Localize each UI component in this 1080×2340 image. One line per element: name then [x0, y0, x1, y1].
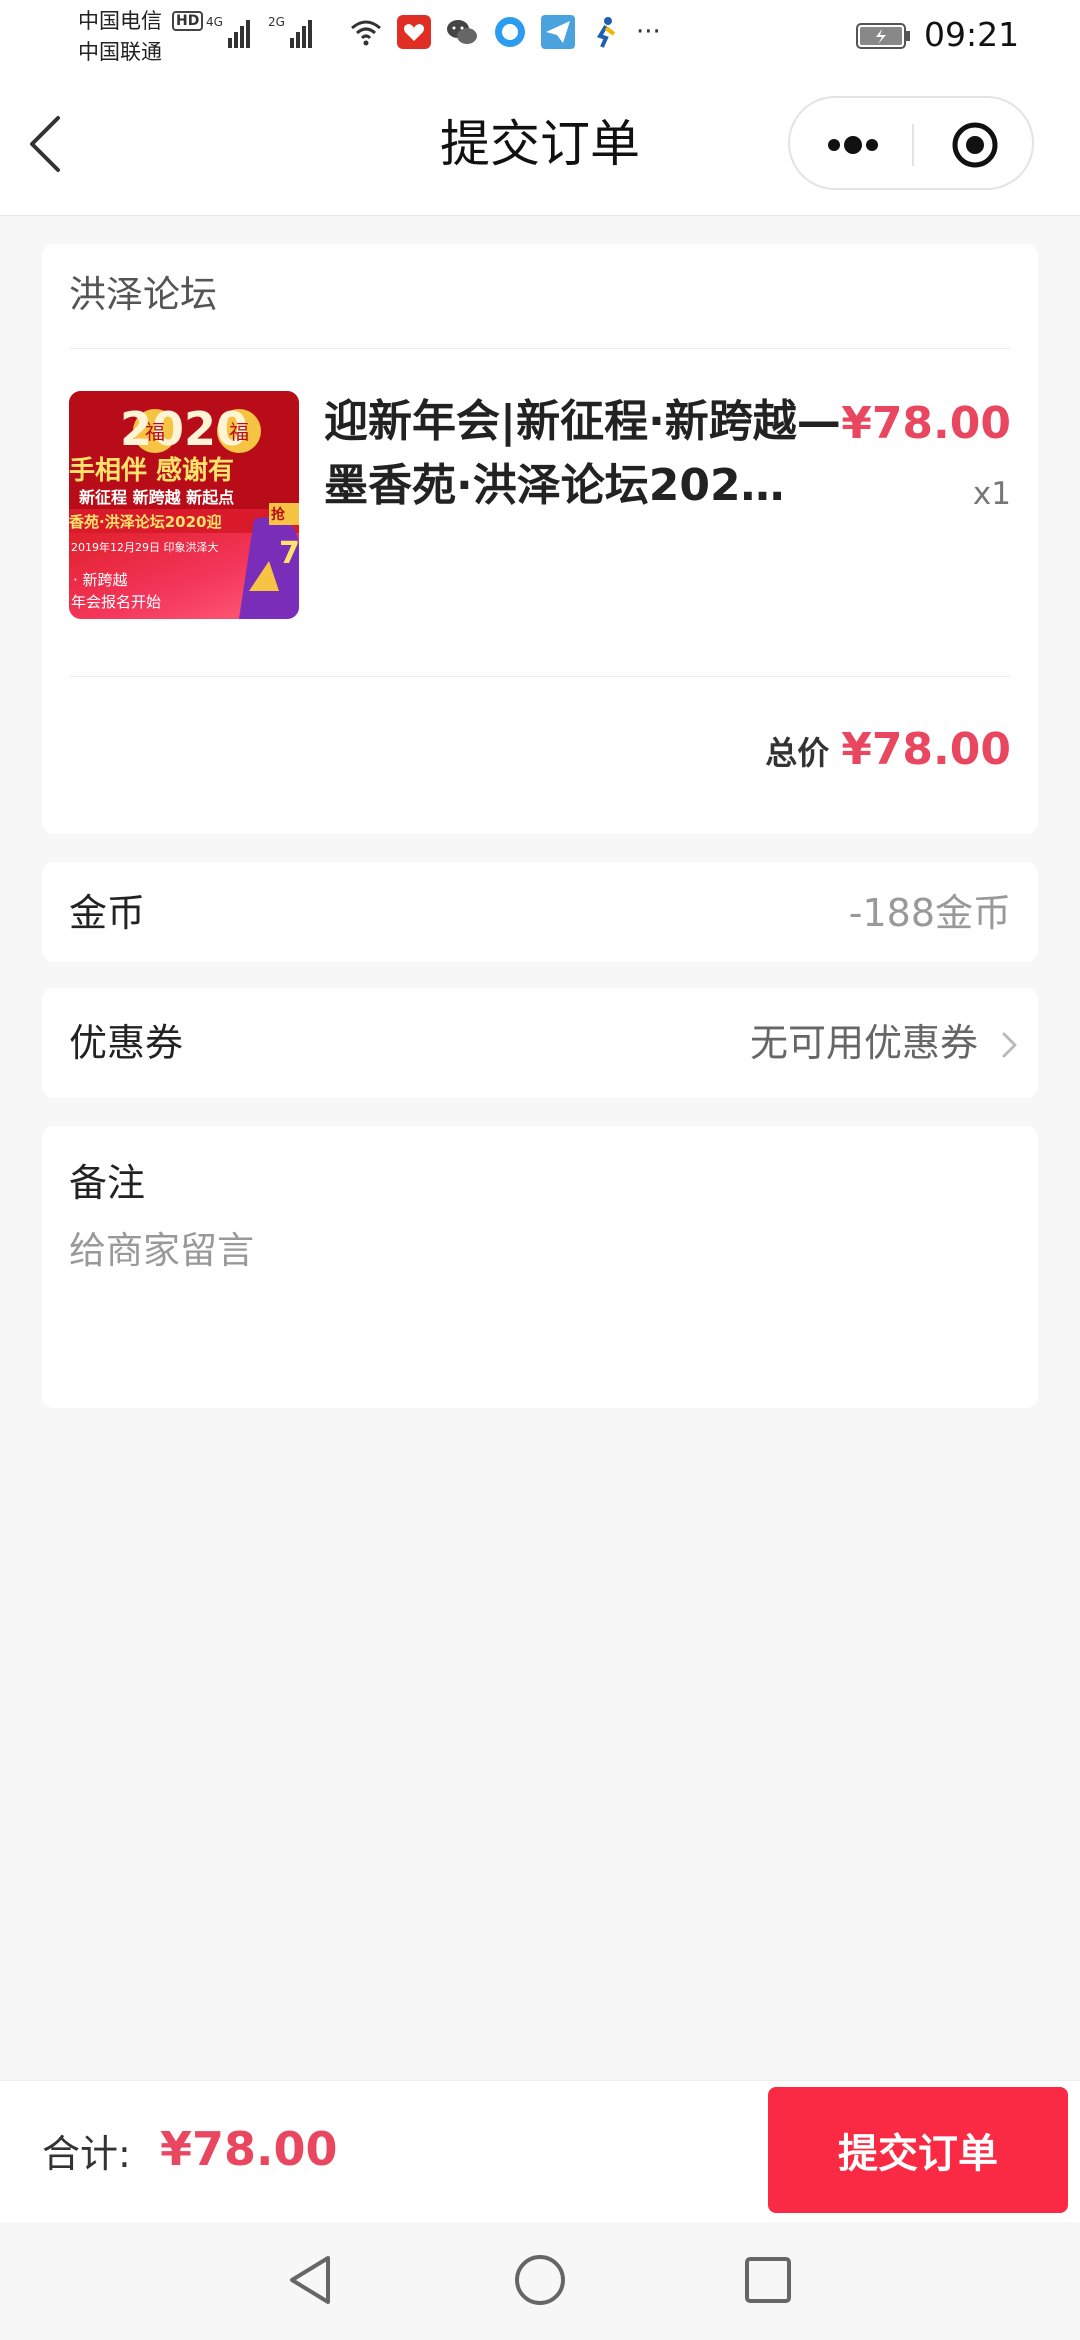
total-label: 总价	[765, 734, 830, 772]
record-close-icon[interactable]	[934, 118, 1016, 172]
thumb-badge: 抢	[271, 506, 286, 523]
wifi-icon	[351, 20, 381, 46]
mini-program-capsule	[788, 96, 1034, 190]
divider	[69, 348, 1011, 349]
note-card: 备注	[42, 1126, 1038, 1408]
status-bar: 中国电信 中国联通 HD 4G 2G ··· 09:21	[0, 0, 1080, 72]
submit-order-button[interactable]: 提交订单	[768, 2087, 1068, 2213]
battery-icon	[856, 23, 910, 49]
runner-app-icon	[597, 17, 616, 48]
unit-price: ¥78.00	[841, 398, 1011, 449]
shop-name[interactable]: 洪泽论坛	[69, 270, 217, 320]
navigation-bar: 提交订单	[0, 72, 1080, 216]
sum-value: ¥78.00	[160, 2122, 338, 2176]
qq-browser-icon	[495, 17, 525, 47]
coins-row: 金币 -188金币	[42, 862, 1038, 962]
more-notifications: ···	[636, 17, 661, 47]
note-input[interactable]	[69, 1220, 1009, 1280]
product-thumbnail[interactable]: 2020 福 福 手相伴 感谢有 新征程 新跨越 新起点 香苑·洪泽论坛2020…	[69, 391, 299, 619]
thumb-tag-1: · 新跨越	[73, 571, 128, 589]
thumb-tag-2: 年会报名开始	[71, 593, 161, 611]
clock: 09:21	[924, 15, 1020, 54]
coins-value: -188金币	[848, 891, 1011, 935]
total-value: ¥78.00	[841, 724, 1011, 775]
thumb-fu-2: 福	[229, 420, 249, 444]
carrier-2: 中国联通	[78, 40, 162, 64]
thumb-date: 2019年12月29日 印象洪泽大	[71, 540, 218, 554]
sum-label: 合计:	[42, 2132, 131, 2176]
home-circle-icon[interactable]	[508, 2248, 572, 2312]
carrier-1: 中国电信	[78, 9, 162, 33]
back-triangle-icon[interactable]	[278, 2248, 342, 2312]
thumb-subline: 新征程 新跨越 新起点	[79, 488, 234, 507]
system-navigation-bar	[0, 2222, 1080, 2340]
coupon-label: 优惠券	[69, 1021, 184, 1065]
paper-plane-app-icon	[541, 15, 575, 49]
recents-square-icon[interactable]	[736, 2248, 800, 2312]
bottom-action-bar: 合计: ¥78.00 提交订单	[0, 2080, 1080, 2222]
thumb-badge-num: 7	[279, 536, 299, 571]
thumb-slogan: 手相伴 感谢有	[69, 455, 234, 486]
product-title[interactable]: 迎新年会|新征程·新跨越—墨香苑·洪泽论坛202…	[324, 390, 864, 518]
net-1-label: 4G	[206, 15, 223, 29]
chevron-right-icon	[1002, 1032, 1017, 1058]
coupon-row[interactable]: 优惠券 无可用优惠券	[42, 988, 1038, 1098]
thumb-fu-1: 福	[145, 420, 165, 444]
pinduoduo-app-icon	[397, 15, 431, 49]
order-card: 洪泽论坛 2020 福 福 手相伴 感谢有 新征程 新跨越 新起点 香苑·洪泽论…	[42, 244, 1038, 834]
notification-icons: ···	[348, 14, 661, 50]
coupon-value: 无可用优惠券	[749, 1021, 978, 1065]
wechat-icon	[447, 20, 477, 44]
coins-label: 金币	[69, 891, 146, 935]
hd-badge: HD	[172, 11, 204, 31]
quantity: x1	[972, 476, 1011, 512]
product-thumbnail-art: 2020 福 福 手相伴 感谢有 新征程 新跨越 新起点 香苑·洪泽论坛2020…	[69, 391, 299, 619]
net-2-label: 2G	[268, 15, 285, 29]
signal-4g-icon: 4G	[206, 15, 250, 48]
divider	[69, 676, 1011, 677]
more-dots-icon[interactable]	[812, 118, 894, 172]
signal-2g-icon: 2G	[268, 15, 312, 48]
thumb-event: 香苑·洪泽论坛2020迎	[69, 513, 221, 531]
capsule-divider	[912, 124, 914, 166]
note-label: 备注	[69, 1161, 146, 1205]
carrier-names: 中国电信 中国联通	[78, 6, 162, 68]
total-row: 总价 ¥78.00	[765, 724, 1011, 775]
